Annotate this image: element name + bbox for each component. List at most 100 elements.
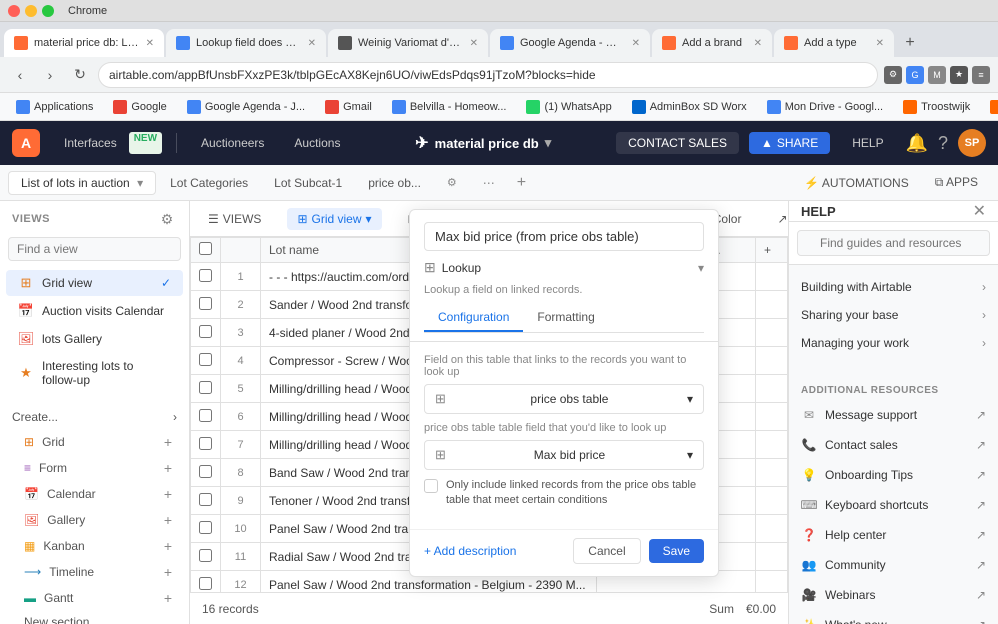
row-checkbox[interactable] [199,409,212,422]
col-add[interactable]: + [756,238,788,263]
app-logo[interactable]: A [12,129,40,157]
ext-icon-5[interactable]: ≡ [972,66,990,84]
ext-icon-3[interactable]: M [928,66,946,84]
avatar[interactable]: SP [958,129,986,157]
ext-icon-1[interactable]: ⚙ [884,66,902,84]
help-item-sharing[interactable]: Sharing your base › [789,301,998,329]
type-chevron-icon[interactable]: ▾ [698,261,704,275]
add-gantt-plus[interactable]: + [159,589,177,607]
bookmark-mondrive[interactable]: Mon Drive - Googl... [759,96,891,118]
row-checkbox[interactable] [199,381,212,394]
add-description-button[interactable]: + Add description [424,544,516,558]
tab-settings[interactable]: ⚙ [435,172,469,193]
share-button[interactable]: ▲SHARE [749,132,830,154]
help-item-community[interactable]: 👥 Community ↗ [789,550,998,580]
bookmark-whatsapp[interactable]: (1) WhatsApp [518,96,619,118]
nav-auctions[interactable]: Auctions [284,132,350,154]
bookmark-applications[interactable]: Applications [8,96,101,118]
help-item-contact[interactable]: 📞 Contact sales ↗ [789,430,998,460]
find-view-input[interactable] [8,237,181,261]
row-checkbox-cell[interactable] [191,571,221,593]
bookmark-bva[interactable]: BVA Auctions - on... [982,96,998,118]
forward-button[interactable]: › [38,63,62,87]
sidebar-item-lots-gallery[interactable]: 🖼 lots Gallery [6,326,183,352]
tab-configuration[interactable]: Configuration [424,304,523,332]
views-toggle-button[interactable]: ☰ VIEWS [198,208,271,230]
row-checkbox-cell[interactable] [191,319,221,347]
row-checkbox-cell[interactable] [191,459,221,487]
tab-overflow[interactable]: ⋯ [471,172,507,194]
tab-list-of-lots[interactable]: List of lots in auction ▾ [8,171,156,195]
row-checkbox[interactable] [199,325,212,338]
row-checkbox-cell[interactable] [191,403,221,431]
help-item-building[interactable]: Building with Airtable › [789,273,998,301]
tab-lot-categories[interactable]: Lot Categories [158,172,260,194]
tab-close-1[interactable]: ✕ [146,38,154,49]
reload-button[interactable]: ↻ [68,63,92,87]
row-checkbox[interactable] [199,437,212,450]
url-bar[interactable]: airtable.com/appBfUnsbFXxzPE3k/tblpGEcAX… [98,62,878,88]
os-traffic-lights[interactable] [8,5,54,17]
ext-icon-4[interactable]: ★ [950,66,968,84]
tab-close-3[interactable]: ✕ [470,38,478,49]
row-checkbox-cell[interactable] [191,263,221,291]
row-checkbox[interactable] [199,297,212,310]
nav-auctioneers[interactable]: Auctioneers [191,132,274,154]
sidebar-item-interesting[interactable]: ★ Interesting lots to follow-up [6,354,183,392]
row-checkbox[interactable] [199,353,212,366]
new-section[interactable]: New section [0,611,189,624]
create-kanban[interactable]: ▦ Kanban + [0,533,189,559]
chrome-tab-4[interactable]: Google Agenda - mardi,... ✕ [490,29,650,57]
sidebar-item-grid-view[interactable]: ⊞ Grid view ✓ [6,270,183,296]
row-checkbox-cell[interactable] [191,515,221,543]
modal-title-input[interactable] [424,222,704,251]
tab-close-5[interactable]: ✕ [754,38,762,49]
tab-price-ob[interactable]: price ob... [356,172,433,194]
tab-dropdown-icon[interactable]: ▾ [137,176,143,190]
create-grid[interactable]: ⊞ Grid + [0,429,189,455]
help-item-onboarding[interactable]: 💡 Onboarding Tips ↗ [789,460,998,490]
select-all-checkbox[interactable] [199,242,212,255]
share-view-button[interactable]: ↗ Share view [767,208,788,230]
add-grid-plus[interactable]: + [159,433,177,451]
maximize-button[interactable] [42,5,54,17]
help-item-message[interactable]: ✉ Message support ↗ [789,400,998,430]
chrome-tab-6[interactable]: Add a type ✕ [774,29,894,57]
add-table-button[interactable]: + [509,170,534,196]
bookmark-belvilla[interactable]: Belvilla - Homeow... [384,96,515,118]
help-button[interactable]: HELP [840,132,895,154]
create-form[interactable]: ≡ Form + [0,455,189,481]
chrome-tab-2[interactable]: Lookup field does not sy... ✕ [166,29,326,57]
cancel-button[interactable]: Cancel [573,538,640,564]
row-checkbox-cell[interactable] [191,375,221,403]
minimize-button[interactable] [25,5,37,17]
create-gallery[interactable]: 🖼 Gallery + [0,507,189,533]
tab-close-2[interactable]: ✕ [308,38,316,49]
close-button[interactable] [8,5,20,17]
filter-checkbox[interactable] [424,479,438,493]
row-checkbox[interactable] [199,269,212,282]
tab-close-4[interactable]: ✕ [632,38,640,49]
tab-lot-subcat[interactable]: Lot Subcat-1 [262,172,354,194]
grid-view-button[interactable]: ⊞ Grid view ▾ [287,208,381,230]
nav-interfaces[interactable]: Interfaces [54,132,127,154]
tab-formatting[interactable]: Formatting [523,304,608,332]
help-item-webinars[interactable]: 🎥 Webinars ↗ [789,580,998,610]
create-timeline[interactable]: ⟶ Timeline + [0,559,189,585]
help-item-keyboard[interactable]: ⌨ Keyboard shortcuts ↗ [789,490,998,520]
row-checkbox[interactable] [199,521,212,534]
ext-icon-2[interactable]: G [906,66,924,84]
help-search-input[interactable] [797,230,990,256]
back-button[interactable]: ‹ [8,63,32,87]
bookmark-gmail[interactable]: Gmail [317,96,380,118]
add-kanban-plus[interactable]: + [159,537,177,555]
row-checkbox[interactable] [199,465,212,478]
row-checkbox-cell[interactable] [191,487,221,515]
new-tab-button[interactable]: + [896,29,924,57]
chrome-tab-3[interactable]: Weinig Variomat d'oc... ✕ [328,29,488,57]
row-checkbox-cell[interactable] [191,291,221,319]
question-icon[interactable]: ? [938,133,948,154]
help-close-button[interactable]: ✕ [973,201,986,221]
automations-button[interactable]: ⚡ AUTOMATIONS [792,172,921,194]
create-gantt[interactable]: ▬ Gantt + [0,585,189,611]
